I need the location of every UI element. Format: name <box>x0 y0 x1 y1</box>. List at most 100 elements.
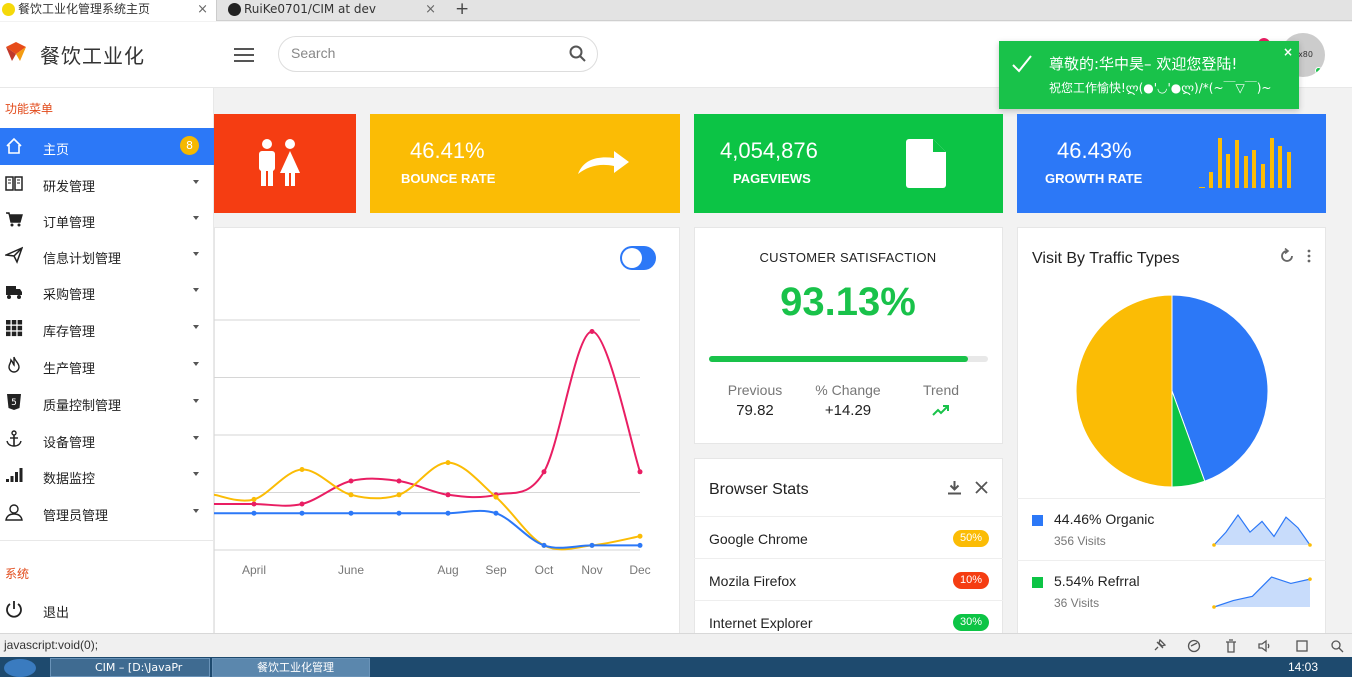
browser-stat-row: Google Chrome 50% <box>694 516 1003 558</box>
sidebar-item-label: 主页 <box>43 143 70 158</box>
browser-stats-title: Browser Stats <box>709 481 809 498</box>
github-icon <box>228 3 241 16</box>
chart-point <box>445 460 451 466</box>
new-tab-button[interactable]: + <box>455 0 469 19</box>
tile-label: PAGEVIEWS <box>733 171 811 186</box>
zoom-icon[interactable] <box>1330 639 1344 653</box>
taskbar-item-label: CIM – [D:\JavaPr <box>95 661 183 674</box>
chart-point <box>396 492 402 498</box>
trending-up-icon <box>932 405 949 416</box>
toast-title: 尊敬的:华中昊– 欢迎您登陆! <box>1049 55 1238 73</box>
sparkline-point <box>1212 605 1216 609</box>
more-vertical-icon[interactable] <box>1305 249 1313 263</box>
signal-icon <box>6 468 23 482</box>
sidebar-item-equipment[interactable]: 设备管理 <box>0 421 214 458</box>
sidebar-item-label: 信息计划管理 <box>43 252 122 267</box>
browser-percent-badge: 50% <box>952 530 989 547</box>
chevron-down-icon <box>193 325 199 329</box>
trash-icon[interactable] <box>1224 639 1238 653</box>
stat-tile-growth-rate: 46.43% GROWTH RATE <box>1017 114 1326 213</box>
close-tab-icon[interactable]: × <box>197 0 208 19</box>
sidebar-item-production[interactable]: 生产管理 <box>0 347 214 384</box>
chart-toggle-switch[interactable] <box>620 246 656 270</box>
start-button[interactable] <box>4 659 36 677</box>
sidebar-item-logout[interactable]: 退出 <box>0 591 214 628</box>
sidebar-item-info-plan[interactable]: 信息计划管理 <box>0 237 214 274</box>
satisfaction-progress-bar <box>709 356 988 362</box>
chevron-down-icon <box>193 399 199 403</box>
sidebar-divider <box>0 540 214 541</box>
legend-swatch <box>1032 577 1043 588</box>
sidebar-item-rd[interactable]: 研发管理 <box>0 165 214 202</box>
toast-close-icon[interactable]: × <box>1283 45 1293 59</box>
os-taskbar: CIM – [D:\JavaPr 餐饮工业化管理 14:03 <box>0 657 1352 677</box>
sidebar-item-purchasing[interactable]: 采购管理 <box>0 273 214 310</box>
chart-point <box>299 510 305 516</box>
tile-value: 46.41% <box>410 138 485 163</box>
toggle-knob <box>622 248 642 268</box>
sidebar-item-orders[interactable]: 订单管理 <box>0 201 214 238</box>
chart-tick-label: Sep <box>485 563 507 577</box>
logo-icon <box>6 42 26 61</box>
sidebar-item-quality[interactable]: 5 质量控制管理 <box>0 384 214 421</box>
sidebar-item-inventory[interactable]: 库存管理 <box>0 310 214 347</box>
taskbar-item[interactable]: CIM – [D:\JavaPr <box>50 658 210 677</box>
volume-icon[interactable] <box>1258 639 1272 653</box>
stat-value: +14.29 <box>824 402 872 419</box>
bar-chart-icon <box>1199 138 1291 188</box>
chart-point <box>493 494 499 500</box>
taskbar-item[interactable]: 餐饮工业化管理 <box>212 658 370 677</box>
browser-tabstrip: 餐饮工业化管理系统主页 × RuiKe0701/CIM at dev × + <box>0 0 1352 21</box>
chevron-down-icon <box>193 472 199 476</box>
download-icon[interactable] <box>947 480 962 495</box>
stat-head: Previous <box>727 382 783 398</box>
browser-status-bar: javascript:void(0); <box>0 633 1352 657</box>
browser-name: Google Chrome <box>709 531 808 547</box>
menu-toggle-icon[interactable] <box>234 48 254 62</box>
line-chart: April June Aug Sep Oct Nov Dec <box>214 319 651 577</box>
sidebar-item-admins[interactable]: 管理员管理 <box>0 494 214 531</box>
sidebar-section-title: 系统 <box>5 567 30 581</box>
chart-series-line <box>214 509 640 549</box>
refresh-circle-icon[interactable] <box>1187 639 1201 653</box>
chart-point <box>348 510 354 516</box>
close-tab-icon[interactable]: × <box>425 0 436 19</box>
file-icon <box>906 139 946 188</box>
chart-point <box>589 329 595 334</box>
tile-label: BOUNCE RATE <box>401 171 496 186</box>
sidebar-item-label: 库存管理 <box>43 325 96 340</box>
traffic-share: 44.46% Organic <box>1054 511 1155 527</box>
tile-label: GROWTH RATE <box>1045 171 1143 186</box>
chart-point <box>251 510 257 516</box>
browser-name: Internet Explorer <box>709 615 813 631</box>
chart-tick-label: Aug <box>437 563 458 577</box>
close-icon[interactable] <box>975 481 988 494</box>
power-icon <box>6 601 22 618</box>
stat-tile-pageviews: 4,054,876 PAGEVIEWS <box>694 114 1003 213</box>
sidebar-item-home[interactable]: 主页 8 <box>0 128 214 165</box>
satisfaction-title: CUSTOMER SATISFACTION <box>759 250 937 265</box>
sparkline-point <box>1308 577 1312 581</box>
chart-point <box>251 496 257 502</box>
sparkline-area <box>1214 515 1310 545</box>
stat-tile-bounce-rate: 46.41% BOUNCE RATE <box>370 114 680 213</box>
trend-stat: Trend <box>896 382 986 419</box>
traffic-visits: 36 Visits <box>1054 596 1100 610</box>
chart-point <box>637 533 643 539</box>
sidebar-item-monitoring[interactable]: 数据监控 <box>0 457 214 494</box>
chevron-down-icon <box>193 252 199 256</box>
traffic-share: 5.54% Refrral <box>1054 573 1140 589</box>
truck-icon <box>6 286 22 299</box>
search-input[interactable] <box>291 45 561 61</box>
chart-tick-label: Dec <box>629 563 650 577</box>
sparkline-chart <box>1212 576 1312 609</box>
anchor-icon <box>6 430 22 447</box>
browser-tab-1[interactable]: 餐饮工业化管理系统主页 × <box>0 0 217 21</box>
search-icon[interactable] <box>569 45 587 63</box>
browser-tab-2[interactable]: RuiKe0701/CIM at dev × <box>226 0 444 21</box>
refresh-icon[interactable] <box>1279 248 1295 264</box>
window-icon[interactable] <box>1295 639 1309 653</box>
app-name: 餐饮工业化 <box>40 44 145 68</box>
pin-icon[interactable] <box>1152 639 1166 653</box>
sidebar-item-label: 设备管理 <box>43 436 96 451</box>
